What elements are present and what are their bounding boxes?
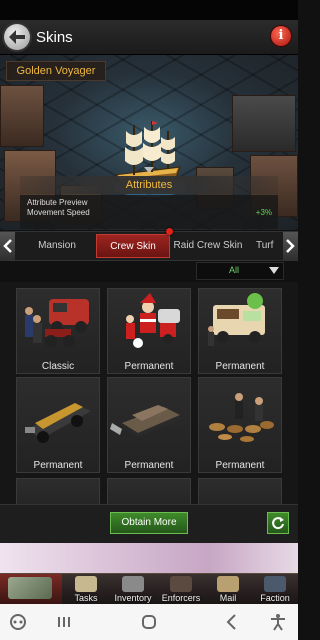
skin-card[interactable]: Permanent bbox=[198, 377, 282, 473]
attribute-panel: Attribute Preview Movement Speed +3% bbox=[20, 195, 278, 229]
skin-category-tabs: Mansion Crew Skin Raid Crew Skin Turf bbox=[0, 231, 298, 261]
bottom-nav: Tasks Inventory Enforcers Mail Faction bbox=[0, 573, 298, 604]
attribute-preview-label: Attribute Preview bbox=[27, 198, 88, 207]
notification-dot bbox=[166, 228, 173, 235]
faction-icon bbox=[264, 576, 286, 592]
nav-enforcers[interactable]: Enforcers bbox=[158, 574, 204, 604]
nav-faction[interactable]: Faction bbox=[252, 574, 298, 604]
accessibility-icon[interactable] bbox=[268, 612, 288, 632]
skin-card[interactable]: Classic bbox=[16, 288, 100, 374]
skin-card-label: Classic bbox=[41, 361, 75, 372]
skin-card-label: Permanent bbox=[33, 460, 83, 471]
skin-card-label: Permanent bbox=[124, 460, 174, 471]
chevron-down-icon bbox=[144, 167, 154, 173]
tab-raid-crew-skin[interactable]: Raid Crew Skin bbox=[172, 234, 244, 258]
back-button[interactable] bbox=[4, 24, 30, 50]
info-button[interactable]: i bbox=[271, 26, 291, 46]
skin-card[interactable] bbox=[16, 478, 100, 504]
info-icon: i bbox=[278, 28, 284, 43]
attribute-value: +3% bbox=[255, 208, 272, 217]
food-truck-icon bbox=[208, 293, 265, 346]
nav-label: Enforcers bbox=[161, 593, 201, 603]
skin-card[interactable]: Permanent bbox=[107, 377, 191, 473]
skin-card[interactable]: Permanent bbox=[198, 288, 282, 374]
obscured-region bbox=[0, 543, 298, 573]
city-map-icon bbox=[8, 577, 52, 599]
skin-card[interactable] bbox=[198, 478, 282, 504]
refresh-icon bbox=[272, 517, 284, 530]
chevron-right-icon bbox=[286, 239, 295, 253]
skin-card-label: Permanent bbox=[215, 460, 265, 471]
obtain-more-button[interactable]: Obtain More bbox=[110, 512, 188, 534]
armored-truck-icon bbox=[25, 403, 91, 443]
nav-label: Faction bbox=[260, 593, 290, 603]
enforcers-icon bbox=[170, 576, 192, 592]
tab-mansion[interactable]: Mansion bbox=[18, 234, 96, 258]
nav-city-map[interactable] bbox=[0, 574, 62, 604]
chevron-left-icon bbox=[3, 239, 12, 253]
tasks-icon bbox=[75, 576, 97, 592]
header-bar: Skins i bbox=[0, 20, 298, 55]
refresh-button[interactable] bbox=[267, 512, 289, 534]
building-decoration bbox=[232, 95, 296, 152]
tabs-scroll-right-button[interactable] bbox=[283, 232, 298, 260]
inventory-icon bbox=[122, 576, 144, 592]
page-title: Skins bbox=[36, 29, 73, 46]
nav-label: Tasks bbox=[74, 593, 98, 603]
back-icon[interactable] bbox=[222, 612, 242, 632]
status-bar bbox=[0, 0, 298, 20]
nav-inventory[interactable]: Inventory bbox=[110, 574, 156, 604]
system-nav-bar bbox=[0, 604, 298, 640]
recent-apps-icon[interactable] bbox=[54, 612, 74, 632]
attributes-title: Attributes bbox=[20, 176, 278, 194]
crew-van-icon bbox=[25, 299, 89, 347]
nav-tasks[interactable]: Tasks bbox=[63, 574, 109, 604]
nav-label: Inventory bbox=[114, 593, 152, 603]
tank-icon bbox=[110, 405, 182, 437]
nav-mail[interactable]: Mail bbox=[205, 574, 251, 604]
filter-dropdown[interactable]: All bbox=[196, 262, 284, 280]
home-icon[interactable] bbox=[139, 612, 159, 632]
attribute-name: Movement Speed bbox=[27, 208, 90, 217]
back-arrow-icon bbox=[9, 30, 25, 44]
nav-label: Mail bbox=[219, 593, 237, 603]
mail-icon bbox=[217, 576, 239, 592]
tabs-scroll-left-button[interactable] bbox=[0, 232, 15, 260]
action-bar: Obtain More bbox=[0, 504, 298, 543]
game-launcher-icon[interactable] bbox=[8, 612, 28, 632]
santa-crew-icon bbox=[126, 293, 180, 348]
filter-selected-label: All bbox=[229, 265, 240, 275]
tab-crew-skin[interactable]: Crew Skin bbox=[96, 234, 170, 258]
skin-card[interactable]: Permanent bbox=[16, 377, 100, 473]
skin-card-label: Permanent bbox=[124, 361, 174, 372]
skin-grid: Classic Permanent Permanent Permanent Pe… bbox=[0, 282, 298, 504]
skin-card[interactable]: Permanent bbox=[107, 288, 191, 374]
building-decoration bbox=[0, 85, 44, 147]
caret-down-icon bbox=[269, 267, 279, 274]
skin-card[interactable] bbox=[107, 478, 191, 504]
tab-turf[interactable]: Turf bbox=[248, 234, 282, 258]
skin-card-label: Permanent bbox=[215, 361, 265, 372]
dog-pack-icon bbox=[209, 393, 274, 442]
skin-name-label: Golden Voyager bbox=[6, 61, 106, 81]
